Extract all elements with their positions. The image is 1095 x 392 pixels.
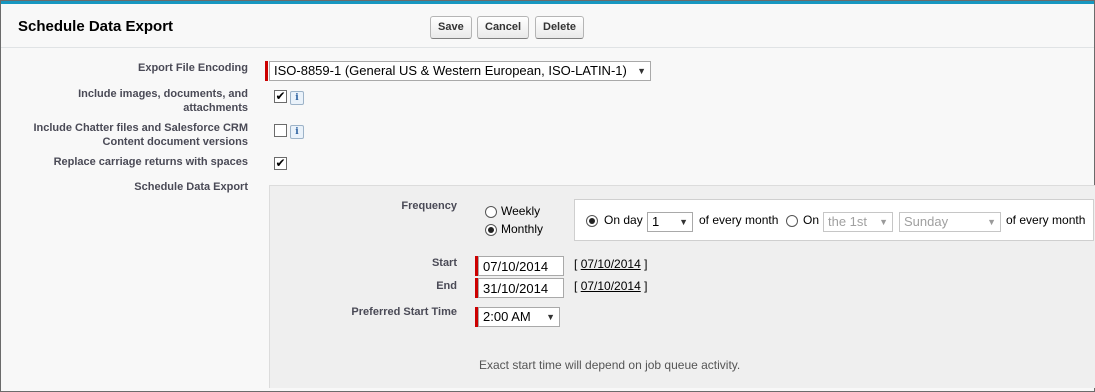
- replace-returns-checkbox[interactable]: ✔: [274, 157, 287, 170]
- checkmark-icon: ✔: [275, 156, 286, 170]
- include-chatter-label-line2: Content document versions: [102, 136, 248, 148]
- chevron-down-icon: ▼: [879, 217, 888, 227]
- bracket-open: [: [574, 279, 578, 293]
- encoding-select[interactable]: ISO-8859-1 (General US & Western Europea…: [269, 61, 651, 81]
- info-icon[interactable]: i: [290, 91, 304, 105]
- start-date-link[interactable]: 07/10/2014: [581, 257, 641, 271]
- of-every-month-label: of every month: [699, 213, 779, 227]
- monthly-radio[interactable]: [485, 224, 497, 236]
- preferred-start-time-value: 2:00 AM: [483, 309, 531, 324]
- page-header: Schedule Data Export Save Cancel Delete: [1, 4, 1094, 48]
- page-title: Schedule Data Export: [18, 18, 174, 35]
- end-date-shortcut: [ 07/10/2014 ]: [574, 279, 647, 293]
- include-images-label-line2: attachments: [183, 102, 248, 114]
- chevron-down-icon: ▼: [679, 217, 688, 227]
- weekday-value: Sunday: [904, 214, 949, 229]
- encoding-value: ISO-8859-1 (General US & Western Europea…: [274, 63, 627, 78]
- chevron-down-icon: ▼: [546, 312, 555, 322]
- include-images-checkbox[interactable]: ✔: [274, 90, 287, 103]
- schedule-section: Frequency Weekly Monthly On day 1 ▼ of e…: [269, 185, 1095, 388]
- on-day-radio[interactable]: [586, 215, 598, 227]
- include-images-label-line1: Include images, documents, and: [78, 88, 248, 100]
- day-select[interactable]: 1 ▼: [647, 212, 693, 232]
- end-date-link[interactable]: 07/10/2014: [581, 279, 641, 293]
- required-indicator: [265, 61, 268, 81]
- cancel-button[interactable]: Cancel: [477, 16, 530, 39]
- encoding-label: Export File Encoding: [137, 62, 248, 74]
- start-label: Start: [431, 257, 457, 269]
- save-button[interactable]: Save: [430, 16, 472, 39]
- end-date-input[interactable]: [478, 278, 564, 298]
- on-day-label: On day: [604, 213, 643, 227]
- start-date-input[interactable]: [478, 256, 564, 276]
- include-images-label: Include images, documents, and attachmen…: [78, 87, 248, 115]
- checkmark-icon: ✔: [275, 89, 286, 103]
- bracket-close: ]: [644, 279, 648, 293]
- bracket-open: [: [574, 257, 578, 271]
- bracket-close: ]: [644, 257, 648, 271]
- on-label: On: [803, 213, 820, 227]
- day-value: 1: [652, 214, 660, 229]
- ordinal-value: the 1st: [828, 214, 868, 229]
- weekday-select[interactable]: Sunday ▼: [899, 212, 1001, 232]
- weekly-radio[interactable]: [485, 206, 497, 218]
- delete-button[interactable]: Delete: [535, 16, 585, 39]
- chevron-down-icon: ▼: [637, 66, 646, 76]
- include-chatter-checkbox[interactable]: [274, 124, 287, 137]
- preferred-start-time-select[interactable]: 2:00 AM ▼: [478, 307, 560, 327]
- ordinal-select[interactable]: the 1st ▼: [823, 212, 893, 232]
- start-date-shortcut: [ 07/10/2014 ]: [574, 257, 647, 271]
- end-label: End: [436, 280, 457, 292]
- schedule-data-export-page: Schedule Data Export Save Cancel Delete …: [0, 0, 1095, 392]
- frequency-label: Frequency: [401, 200, 457, 212]
- include-chatter-label: Include Chatter files and Salesforce CRM…: [33, 121, 248, 149]
- of-every-month-label-2: of every month: [1006, 213, 1086, 227]
- preferred-start-time-label: Preferred Start Time: [351, 306, 457, 318]
- monthly-label: Monthly: [501, 222, 544, 236]
- job-queue-note: Exact start time will depend on job queu…: [479, 358, 741, 372]
- frequency-options-panel: On day 1 ▼ of every month On the 1st ▼ S…: [574, 199, 1094, 241]
- weekly-label: Weekly: [501, 204, 541, 218]
- include-chatter-label-line1: Include Chatter files and Salesforce CRM: [33, 122, 248, 134]
- schedule-label: Schedule Data Export: [134, 181, 248, 193]
- info-icon[interactable]: i: [290, 125, 304, 139]
- on-ordinal-radio[interactable]: [786, 215, 798, 227]
- replace-returns-label: Replace carriage returns with spaces: [53, 156, 248, 168]
- chevron-down-icon: ▼: [987, 217, 996, 227]
